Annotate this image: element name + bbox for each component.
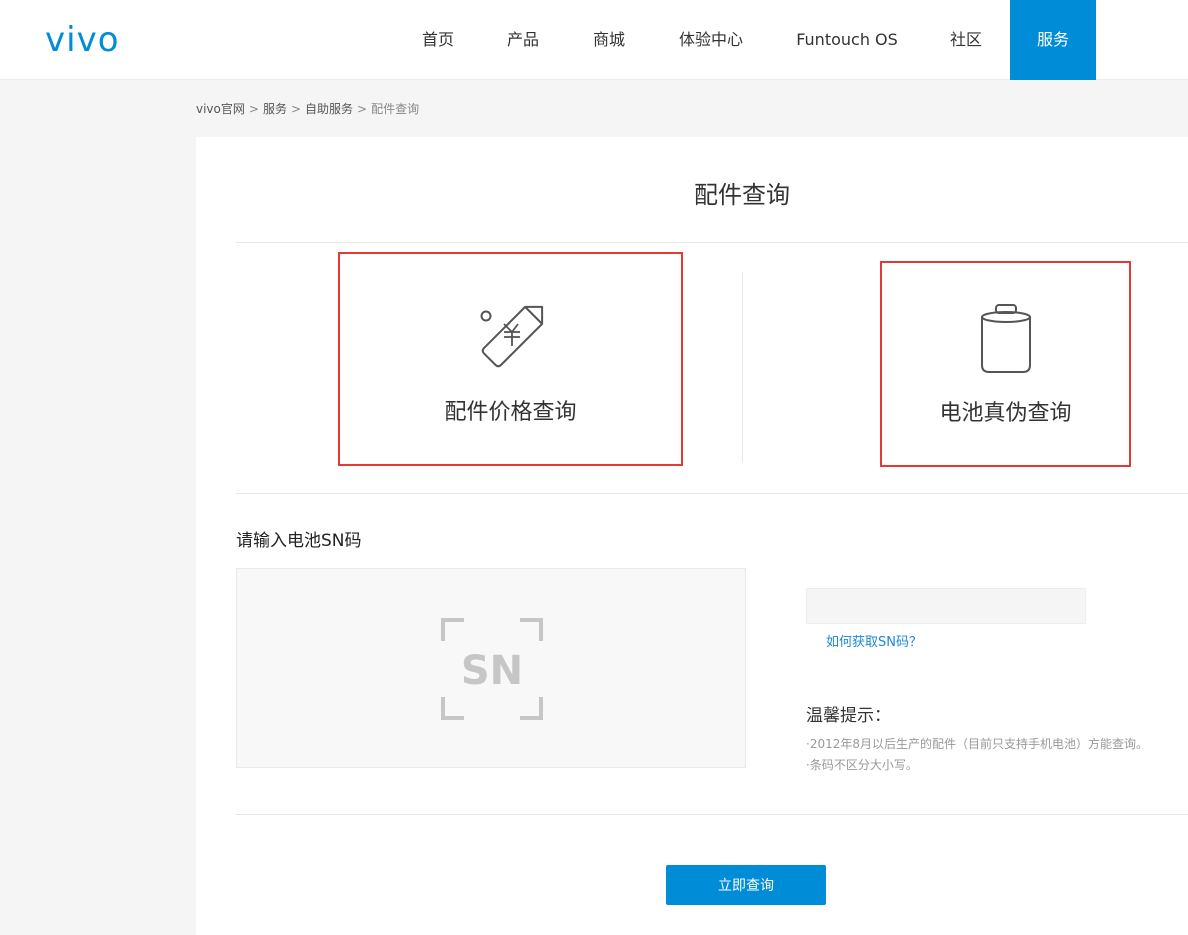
- vivo-logo[interactable]: vivo: [45, 24, 143, 56]
- breadcrumb-separator: >: [248, 102, 259, 116]
- sn-scan-icon: SN: [441, 618, 543, 720]
- tip-line: ·条码不区分大小写。: [806, 758, 918, 772]
- price-tag-icon: [480, 305, 543, 368]
- main-panel: 配件查询 配件价格查询 电池真伪查询 请输入电池SN码 SN 如何获取SN码？ …: [196, 137, 1188, 935]
- card-label: 配件价格查询: [444, 400, 577, 425]
- divider: [236, 242, 1188, 243]
- battery-authenticity-query-card[interactable]: 电池真伪查询: [880, 261, 1131, 467]
- divider: [236, 814, 1188, 815]
- site-header: vivo 首页 产品 商城 体验中心 Funtouch OS 社区 服务: [0, 0, 1188, 80]
- battery-icon: [980, 304, 1031, 373]
- tips-title: 温馨提示：: [806, 706, 891, 726]
- vertical-divider: [742, 272, 743, 462]
- breadcrumb-separator: >: [357, 102, 368, 116]
- nav-store[interactable]: 商城: [573, 0, 645, 80]
- accessory-price-query-card[interactable]: 配件价格查询: [338, 252, 683, 466]
- svg-text:SN: SN: [461, 648, 523, 694]
- submit-query-button[interactable]: 立即查询: [666, 865, 826, 905]
- breadcrumb-current: 配件查询: [371, 102, 420, 116]
- breadcrumb-service[interactable]: 服务: [263, 102, 287, 116]
- nav-experience-center[interactable]: 体验中心: [665, 0, 757, 80]
- sn-section-title: 请输入电池SN码: [236, 531, 362, 551]
- svg-text:vivo: vivo: [45, 24, 120, 56]
- breadcrumb-separator: >: [290, 102, 302, 116]
- nav-home[interactable]: 首页: [402, 0, 474, 80]
- sn-input[interactable]: [806, 588, 1086, 624]
- tip-line: ·2012年8月以后生产的配件（目前只支持手机电池）方能查询。: [806, 737, 1148, 751]
- nav-funtouch-os[interactable]: Funtouch OS: [782, 0, 912, 80]
- nav-products[interactable]: 产品: [487, 0, 559, 80]
- breadcrumb-self-service[interactable]: 自助服务: [305, 102, 353, 116]
- nav-community[interactable]: 社区: [930, 0, 1002, 80]
- nav-service[interactable]: 服务: [1010, 0, 1096, 80]
- card-label: 电池真伪查询: [939, 401, 1072, 426]
- page-title: 配件查询: [694, 181, 790, 209]
- how-to-get-sn-link[interactable]: 如何获取SN码？: [826, 631, 922, 650]
- divider: [236, 493, 1188, 494]
- breadcrumb: vivo官网 > 服务 > 自助服务 > 配件查询: [196, 100, 419, 117]
- sn-illustration: SN: [236, 568, 746, 768]
- breadcrumb-home[interactable]: vivo官网: [196, 102, 245, 116]
